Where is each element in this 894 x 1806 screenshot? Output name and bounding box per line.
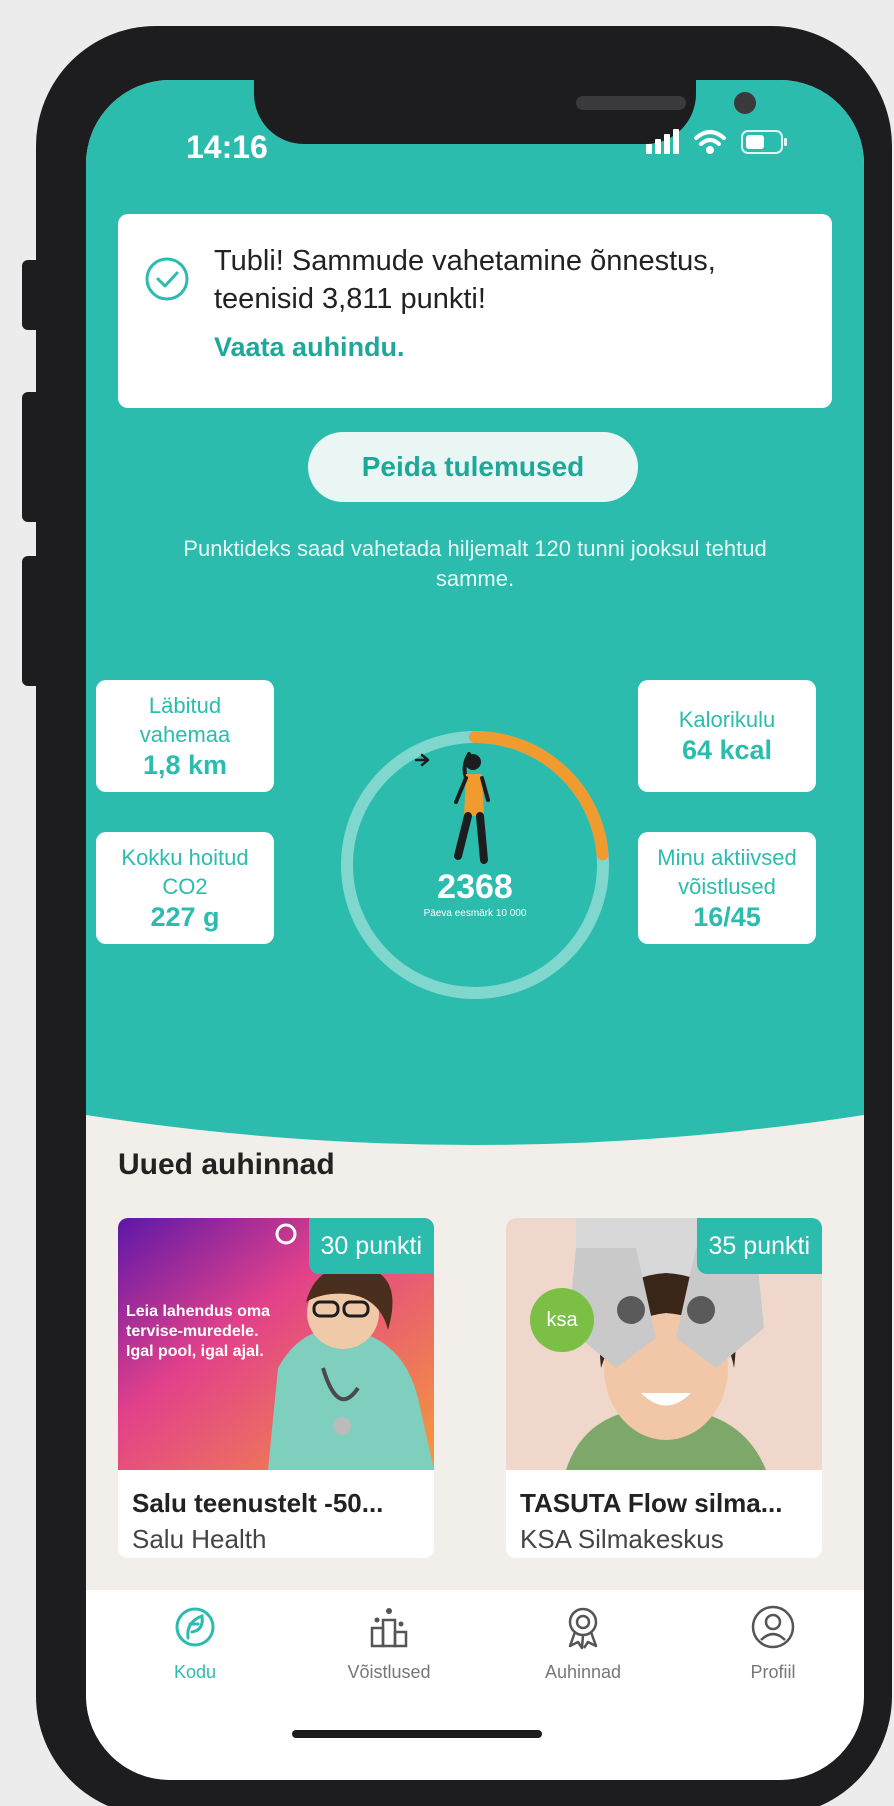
reward-card[interactable]: Leia lahendus oma tervise-muredele. Igal… <box>118 1218 434 1558</box>
reward-title: Salu teenustelt -50... <box>132 1488 384 1518</box>
stat-co2-value: 227 g <box>150 901 220 932</box>
stat-co2-label: Kokku hoitud CO2 <box>121 844 249 899</box>
info-text: Punktideks saad vahetada hiljemalt 120 t… <box>183 536 767 591</box>
bottom-tab-bar: Kodu Võistlused Auhinnad Profiil <box>86 1590 864 1780</box>
section-title: Uued auhinnad <box>118 1148 335 1181</box>
reward-points-badge: 30 punkti <box>308 1218 434 1274</box>
step-goal: Päeva eesmärk 10 000 <box>423 908 527 919</box>
step-progress-ring <box>341 731 609 999</box>
stat-distance-value: 1,8 km <box>142 749 228 780</box>
reward-title: TASUTA Flow silma... <box>520 1488 783 1518</box>
status-time: 14:16 <box>186 129 268 165</box>
tab-auhinnad-label: Auhinnad <box>544 1662 622 1682</box>
ksa-logo: ksa <box>530 1288 594 1352</box>
tab-auhinnad[interactable]: Auhinnad <box>508 1602 658 1683</box>
notch <box>254 80 756 144</box>
reward-provider: Salu Health <box>132 1524 267 1554</box>
step-count: 2368 <box>437 868 513 906</box>
reward-image-caption: Leia lahendus oma tervise-muredele. Igal… <box>126 1303 271 1360</box>
reward-image: Leia lahendus oma tervise-muredele. Igal… <box>118 1218 434 1470</box>
tab-voistlused[interactable]: Võistlused <box>314 1602 464 1683</box>
app-screen: 14:16 Tubli! Sammude vahetamine õnnestus… <box>86 80 864 1780</box>
check-circle-icon <box>145 257 189 301</box>
tab-kodu[interactable]: Kodu <box>120 1602 270 1683</box>
success-toast: Tubli! Sammude vahetamine õnnestus, teen… <box>118 214 832 408</box>
stat-distance: Läbitud vahemaa 1,8 km <box>96 680 274 792</box>
profile-icon <box>751 1605 795 1649</box>
progress-arc <box>469 731 609 861</box>
stat-co2: Kokku hoitud CO2 227 g <box>96 832 274 944</box>
stat-calories-label: Kalorikulu <box>678 707 776 732</box>
stat-calories-value: 64 kcal <box>681 735 773 765</box>
home-indicator <box>292 1730 542 1738</box>
tab-profiil[interactable]: Profiil <box>698 1602 848 1683</box>
tab-kodu-label: Kodu <box>173 1662 217 1682</box>
hide-results-button[interactable]: Peida tulemused <box>308 432 638 502</box>
stat-competitions-value: 16/45 <box>693 901 761 932</box>
ksa-logo-text: ksa <box>546 1308 578 1331</box>
status-icons <box>646 129 787 154</box>
podium-icon <box>370 1608 408 1648</box>
camera <box>734 92 756 114</box>
stat-distance-label: Läbitud vahemaa <box>139 692 231 747</box>
reward-provider: KSA Silmakeskus <box>520 1524 724 1554</box>
signal-icon <box>646 129 679 154</box>
toast-message: Tubli! Sammude vahetamine õnnestus, teen… <box>214 245 716 315</box>
reward-points-badge: 35 punkti <box>696 1218 822 1274</box>
battery-icon <box>741 130 787 154</box>
award-icon <box>568 1607 598 1650</box>
tab-profiil-label: Profiil <box>750 1662 796 1682</box>
walking-person-icon <box>454 752 490 864</box>
view-rewards-link[interactable]: Vaata auhindu. <box>214 332 405 363</box>
reward-image: ksa 35 punkti <box>506 1218 822 1470</box>
home-leaf-icon <box>175 1607 215 1647</box>
speaker <box>576 96 686 110</box>
tab-voistlused-label: Võistlused <box>347 1662 431 1682</box>
wifi-icon <box>694 130 726 154</box>
reward-card[interactable]: ksa 35 punkti TASUTA Flow silma... KSA S… <box>506 1218 822 1558</box>
